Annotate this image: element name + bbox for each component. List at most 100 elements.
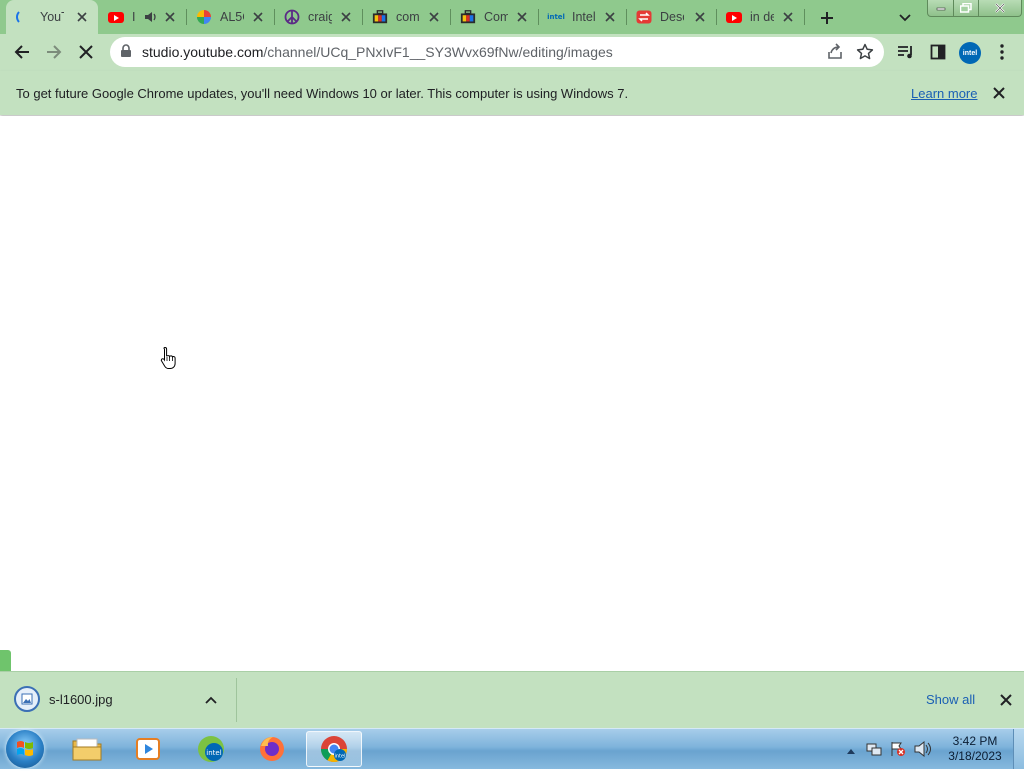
tab-desc[interactable]: Desc — [626, 0, 716, 34]
close-tab-icon[interactable] — [426, 9, 442, 25]
tab-title: AL5C — [220, 10, 244, 24]
clock-time: 3:42 PM — [952, 734, 998, 748]
show-all-downloads-button[interactable]: Show all — [926, 692, 975, 707]
network-icon[interactable] — [866, 741, 882, 760]
browser-toolbar: studio.youtube.com/channel/UCq_PNxIvF1__… — [0, 34, 1024, 71]
close-tab-icon[interactable] — [338, 9, 354, 25]
feedback-tab[interactable] — [0, 650, 11, 671]
tab-title: YouT — [40, 10, 64, 24]
close-tab-icon[interactable] — [514, 9, 530, 25]
tab-title: craig — [308, 10, 332, 24]
close-tab-icon[interactable] — [780, 9, 796, 25]
folder-icon — [72, 738, 102, 761]
infobar-message: To get future Google Chrome updates, you… — [16, 86, 629, 101]
close-tab-icon[interactable] — [250, 9, 266, 25]
clock-date: 3/18/2023 — [948, 749, 1002, 763]
chrome-icon: intel — [320, 736, 348, 763]
firefox-icon — [260, 737, 284, 761]
svg-text:intel: intel — [335, 754, 346, 760]
pinwheel-icon — [196, 9, 212, 25]
download-filename: s-l1600.jpg — [49, 692, 113, 707]
bookmark-star-icon[interactable] — [856, 43, 874, 64]
minimize-icon — [936, 7, 945, 11]
windows-taskbar: intel intel 3:42 PM 3/18/2023 — [0, 728, 1024, 769]
show-hidden-icons[interactable] — [846, 743, 856, 758]
tab-craigslist[interactable]: craig — [274, 0, 362, 34]
share-icon[interactable] — [826, 43, 844, 64]
url-text[interactable]: studio.youtube.com/channel/UCq_PNxIvF1__… — [142, 44, 613, 60]
learn-more-link[interactable]: Learn more — [911, 86, 977, 101]
back-button[interactable] — [8, 38, 36, 66]
side-panel-button[interactable] — [924, 38, 952, 66]
kebab-menu-icon — [1000, 44, 1004, 60]
tab-title: I — [132, 10, 136, 24]
taskbar-clock[interactable]: 3:42 PM 3/18/2023 — [940, 734, 1010, 764]
tab-title: in de — [750, 10, 774, 24]
address-bar[interactable]: studio.youtube.com/channel/UCq_PNxIvF1__… — [110, 37, 884, 67]
tab-al5c[interactable]: AL5C — [186, 0, 274, 34]
close-window-button[interactable] — [978, 0, 1022, 17]
close-icon — [79, 45, 93, 59]
close-tab-icon[interactable] — [602, 9, 618, 25]
update-infobar: To get future Google Chrome updates, you… — [0, 71, 1024, 115]
swap-icon — [636, 9, 652, 25]
youtube-icon — [726, 9, 742, 25]
url-host: studio.youtube.com — [142, 44, 264, 60]
briefcase-icon — [372, 9, 388, 25]
plus-icon — [821, 12, 833, 24]
loading-spinner-icon — [16, 9, 32, 25]
close-icon — [993, 87, 1005, 99]
intel-icon: intel — [547, 13, 565, 21]
windows-logo-icon — [17, 741, 33, 756]
minimize-button[interactable] — [927, 0, 954, 17]
close-tab-icon[interactable] — [692, 9, 708, 25]
taskbar-file-explorer[interactable] — [59, 731, 115, 767]
close-tab-icon[interactable] — [162, 9, 178, 25]
media-control-button[interactable] — [892, 38, 920, 66]
close-icon — [1000, 694, 1012, 706]
side-panel-icon — [930, 44, 946, 60]
start-button[interactable] — [6, 730, 44, 768]
volume-icon[interactable] — [914, 740, 932, 760]
close-infobar-button[interactable] — [991, 85, 1007, 101]
taskbar-intel-app[interactable]: intel — [183, 731, 239, 767]
chevron-down-icon — [899, 14, 911, 22]
speaker-icon[interactable] — [144, 10, 158, 27]
tab-youtube-audio[interactable]: I — [98, 0, 186, 34]
action-center-flag-icon[interactable] — [890, 741, 906, 760]
close-icon — [995, 3, 1005, 13]
media-player-icon — [136, 738, 160, 760]
tab-com-2[interactable]: Com — [450, 0, 538, 34]
stop-loading-button[interactable] — [72, 38, 100, 66]
briefcase-icon — [460, 9, 476, 25]
taskbar-media-player[interactable] — [120, 731, 176, 767]
tab-search-button[interactable] — [895, 8, 915, 28]
tab-youtube-in[interactable]: in de — [716, 0, 804, 34]
hand-cursor-icon — [160, 346, 178, 373]
svg-text:intel: intel — [206, 749, 221, 757]
tab-com-1[interactable]: com — [362, 0, 450, 34]
media-queue-icon — [898, 46, 912, 59]
taskbar-firefox[interactable] — [244, 731, 300, 767]
close-tab-icon[interactable] — [74, 9, 90, 25]
tab-youtube-studio[interactable]: YouT — [6, 0, 98, 34]
show-desktop-button[interactable] — [1013, 729, 1024, 769]
close-download-shelf-button[interactable] — [998, 692, 1014, 708]
lock-icon[interactable] — [120, 44, 132, 61]
download-shelf: s-l1600.jpg Show all — [0, 671, 1024, 729]
taskbar-chrome[interactable]: intel — [306, 731, 362, 767]
peace-icon — [284, 9, 300, 25]
profile-avatar[interactable]: intel — [959, 42, 981, 64]
image-file-icon — [14, 686, 40, 712]
tab-strip: YouT I AL5C craig — [0, 0, 1024, 34]
tab-title: Intel — [572, 10, 596, 24]
forward-button[interactable] — [40, 38, 68, 66]
tab-intel[interactable]: intel Intel — [538, 0, 626, 34]
new-tab-button[interactable] — [816, 7, 838, 29]
url-path: /channel/UCq_PNxIvF1__SY3Wvx69fNw/editin… — [263, 44, 613, 60]
restore-button[interactable] — [953, 0, 979, 17]
tab-separator — [804, 9, 805, 25]
menu-button[interactable] — [988, 38, 1016, 66]
download-item[interactable]: s-l1600.jpg — [10, 680, 236, 720]
chevron-up-icon[interactable] — [205, 692, 217, 707]
